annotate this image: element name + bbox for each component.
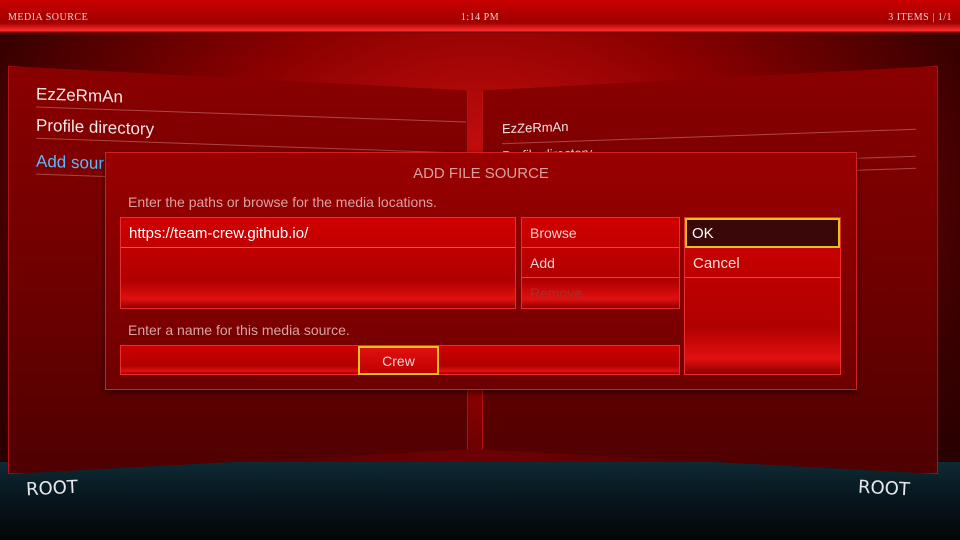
- browse-label: Browse: [530, 225, 577, 241]
- remove-button[interactable]: Remove: [522, 278, 679, 307]
- clock: 1:14 PM: [460, 12, 500, 23]
- path-value: https://team-crew.github.io/: [129, 225, 309, 242]
- source-name-value: Crew: [382, 353, 415, 369]
- add-button[interactable]: Add: [522, 248, 679, 278]
- ok-button[interactable]: OK: [685, 218, 840, 248]
- add-label: Add: [530, 255, 555, 271]
- dialog-title: ADD FILE SOURCE: [413, 165, 549, 182]
- confirm-actions: OK Cancel: [684, 217, 841, 375]
- right-root-label: ROOT: [857, 476, 911, 501]
- list-item-add-source[interactable]: Add sour: [36, 151, 116, 178]
- path-actions: Browse Add Remove: [521, 217, 680, 309]
- remove-label: Remove: [530, 285, 583, 301]
- left-root-label: ROOT: [25, 476, 79, 501]
- browse-button[interactable]: Browse: [522, 218, 679, 248]
- top-bar: MEDIA SOURCE 1:14 PM 3 ITEMS | 1/1: [0, 0, 960, 33]
- floor-reflection: [0, 462, 960, 540]
- source-name-field[interactable]: Crew: [358, 346, 439, 375]
- path-row[interactable]: https://team-crew.github.io/: [121, 218, 515, 248]
- name-row: Crew: [120, 345, 680, 375]
- cancel-button[interactable]: Cancel: [685, 248, 840, 278]
- paths-hint: Enter the paths or browse for the media …: [128, 194, 437, 210]
- name-hint: Enter a name for this media source.: [128, 322, 350, 338]
- add-file-source-dialog: ADD FILE SOURCE Enter the paths or brows…: [105, 152, 857, 390]
- ok-label: OK: [692, 225, 714, 242]
- cancel-label: Cancel: [693, 255, 740, 272]
- paths-list: https://team-crew.github.io/: [120, 217, 516, 309]
- item-count: 3 ITEMS | 1/1: [888, 12, 952, 23]
